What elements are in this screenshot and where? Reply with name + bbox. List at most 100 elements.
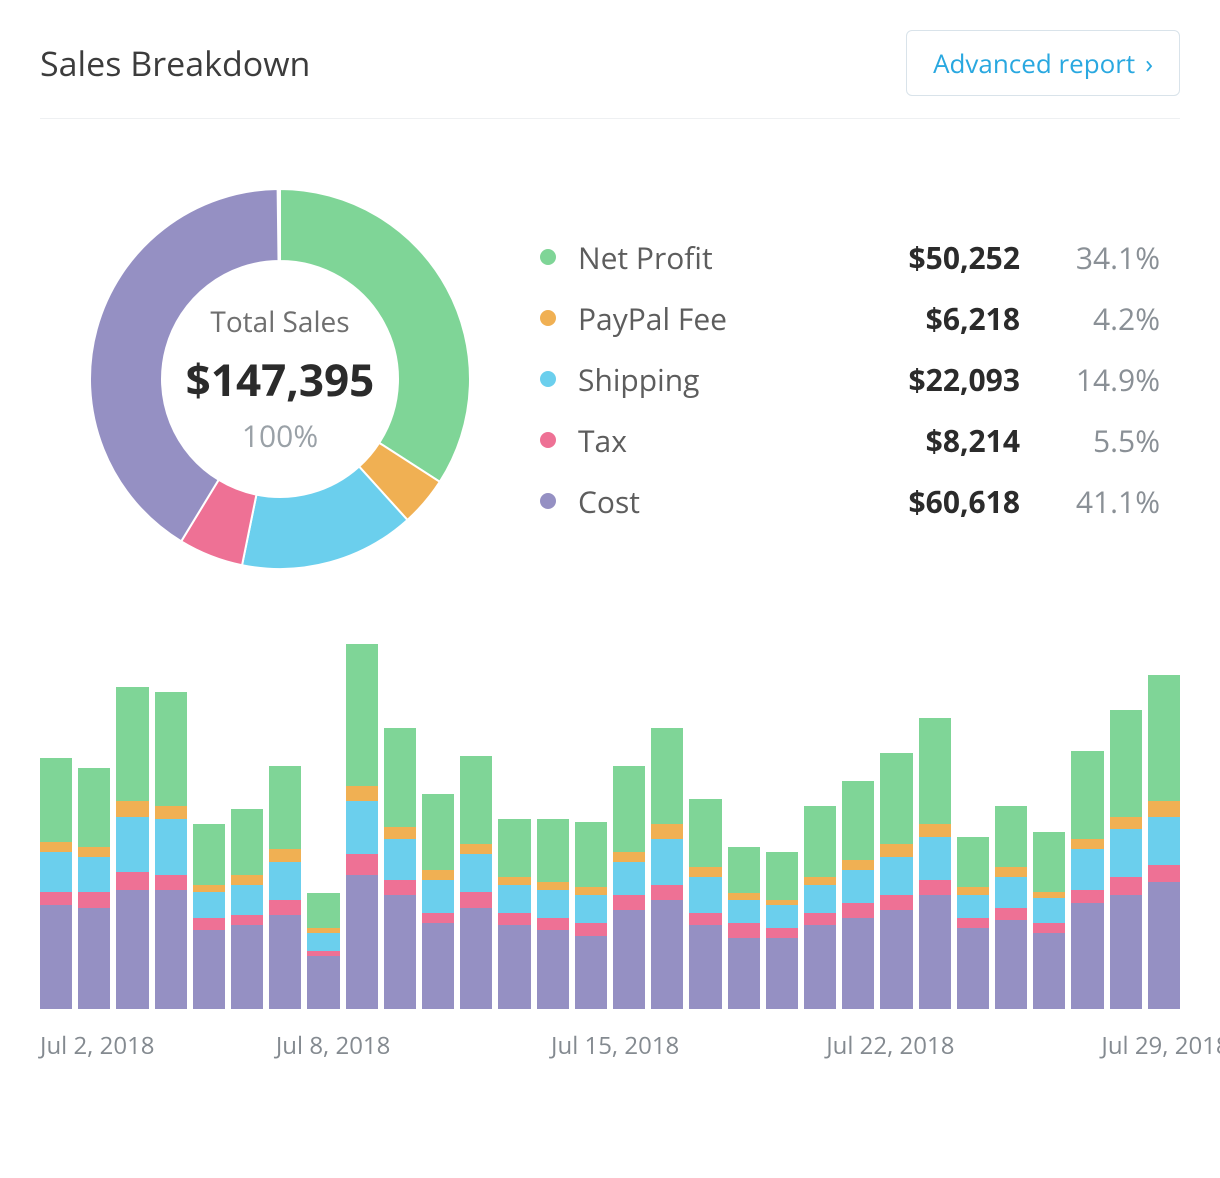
bar-segment-paypal-fee xyxy=(460,844,492,854)
bar-column[interactable] xyxy=(995,629,1027,1009)
bar-segment-paypal-fee xyxy=(422,870,454,880)
bar-column[interactable] xyxy=(460,629,492,1009)
bar-segment-paypal-fee xyxy=(537,882,569,890)
legend-pct: 4.2% xyxy=(1020,298,1160,339)
bar-segment-shipping xyxy=(40,852,72,893)
legend-row-paypal-fee[interactable]: PayPal Fee$6,2184.2% xyxy=(540,288,1160,349)
bar-segment-tax xyxy=(193,918,225,931)
legend-amount: $8,214 xyxy=(830,420,1020,461)
bar-column[interactable] xyxy=(728,629,760,1009)
bar-segment-paypal-fee xyxy=(231,875,263,885)
bar-segment-shipping xyxy=(269,862,301,900)
advanced-report-button[interactable]: Advanced report › xyxy=(906,30,1180,96)
bar-column[interactable] xyxy=(40,629,72,1009)
bar-segment-paypal-fee xyxy=(116,801,148,816)
bar-segment-net-profit xyxy=(269,766,301,850)
bar-segment-tax xyxy=(1033,923,1065,933)
bar-column[interactable] xyxy=(957,629,989,1009)
bar-segment-net-profit xyxy=(957,837,989,888)
bar-column[interactable] xyxy=(346,629,378,1009)
bar-column[interactable] xyxy=(1148,629,1180,1009)
bar-segment-paypal-fee xyxy=(1110,817,1142,830)
bar-column[interactable] xyxy=(155,629,187,1009)
bar-column[interactable] xyxy=(766,629,798,1009)
bar-segment-shipping xyxy=(613,862,645,895)
bar-column[interactable] xyxy=(78,629,110,1009)
legend-dot-icon xyxy=(540,493,556,509)
bar-column[interactable] xyxy=(537,629,569,1009)
bar-segment-shipping xyxy=(1148,817,1180,865)
bar-segment-net-profit xyxy=(193,824,225,885)
donut-slice-net-profit xyxy=(280,189,470,482)
bar-segment-shipping xyxy=(575,895,607,923)
bar-segment-net-profit xyxy=(537,819,569,882)
bar-segment-cost xyxy=(689,925,721,1009)
bar-column[interactable] xyxy=(1071,629,1103,1009)
bar-segment-shipping xyxy=(346,801,378,854)
bar-column[interactable] xyxy=(651,629,683,1009)
bar-segment-cost xyxy=(880,910,912,1009)
bar-segment-cost xyxy=(919,895,951,1009)
bar-column[interactable] xyxy=(384,629,416,1009)
bar-segment-net-profit xyxy=(651,728,683,824)
bar-column[interactable] xyxy=(575,629,607,1009)
bar-segment-shipping xyxy=(231,885,263,915)
x-axis-tick: Jul 2, 2018 xyxy=(40,1029,155,1062)
legend-name: Net Profit xyxy=(578,237,830,278)
bar-segment-net-profit xyxy=(155,692,187,806)
bar-column[interactable] xyxy=(613,629,645,1009)
bar-segment-tax xyxy=(1148,865,1180,883)
bar-segment-shipping xyxy=(78,857,110,892)
legend-row-net-profit[interactable]: Net Profit$50,25234.1% xyxy=(540,227,1160,288)
legend-dot-icon xyxy=(540,371,556,387)
bar-segment-shipping xyxy=(919,837,951,880)
bar-column[interactable] xyxy=(231,629,263,1009)
bar-segment-tax xyxy=(40,892,72,905)
legend-row-tax[interactable]: Tax$8,2145.5% xyxy=(540,410,1160,471)
bar-column[interactable] xyxy=(422,629,454,1009)
bar-column[interactable] xyxy=(193,629,225,1009)
legend-name: PayPal Fee xyxy=(578,298,830,339)
legend-amount: $22,093 xyxy=(830,359,1020,400)
bar-column[interactable] xyxy=(919,629,951,1009)
bar-column[interactable] xyxy=(116,629,148,1009)
bar-segment-tax xyxy=(155,875,187,890)
bar-segment-tax xyxy=(384,880,416,895)
bar-column[interactable] xyxy=(804,629,836,1009)
card-header: Sales Breakdown Advanced report › xyxy=(40,30,1180,119)
bar-segment-paypal-fee xyxy=(728,893,760,901)
x-axis-tick: Jul 29, 2018 xyxy=(1101,1029,1220,1062)
bar-segment-net-profit xyxy=(689,799,721,867)
bar-segment-shipping xyxy=(193,892,225,917)
bar-column[interactable] xyxy=(1110,629,1142,1009)
bar-segment-cost xyxy=(804,925,836,1009)
bar-segment-paypal-fee xyxy=(1148,801,1180,816)
bar-segment-net-profit xyxy=(40,758,72,842)
legend-name: Shipping xyxy=(578,359,830,400)
bar-segment-net-profit xyxy=(498,819,530,877)
legend-row-shipping[interactable]: Shipping$22,09314.9% xyxy=(540,349,1160,410)
bar-segment-net-profit xyxy=(460,756,492,845)
bar-column[interactable] xyxy=(880,629,912,1009)
x-axis-tick: Jul 8, 2018 xyxy=(276,1029,391,1062)
bar-segment-tax xyxy=(1110,877,1142,895)
bar-segment-tax xyxy=(995,908,1027,921)
bar-segment-cost xyxy=(575,936,607,1009)
bar-column[interactable] xyxy=(498,629,530,1009)
bar-column[interactable] xyxy=(269,629,301,1009)
bar-column[interactable] xyxy=(842,629,874,1009)
bar-segment-tax xyxy=(575,923,607,936)
bar-segment-cost xyxy=(346,875,378,1009)
bar-segment-net-profit xyxy=(842,781,874,860)
legend-pct: 14.9% xyxy=(1020,359,1160,400)
bar-segment-paypal-fee xyxy=(384,827,416,840)
legend-row-cost[interactable]: Cost$60,61841.1% xyxy=(540,471,1160,532)
bar-segment-paypal-fee xyxy=(575,887,607,895)
bar-column[interactable] xyxy=(689,629,721,1009)
bar-segment-net-profit xyxy=(1071,751,1103,840)
bar-segment-tax xyxy=(537,918,569,931)
bar-column[interactable] xyxy=(307,629,339,1009)
bar-column[interactable] xyxy=(1033,629,1065,1009)
bar-segment-paypal-fee xyxy=(498,877,530,885)
bar-segment-tax xyxy=(346,854,378,874)
